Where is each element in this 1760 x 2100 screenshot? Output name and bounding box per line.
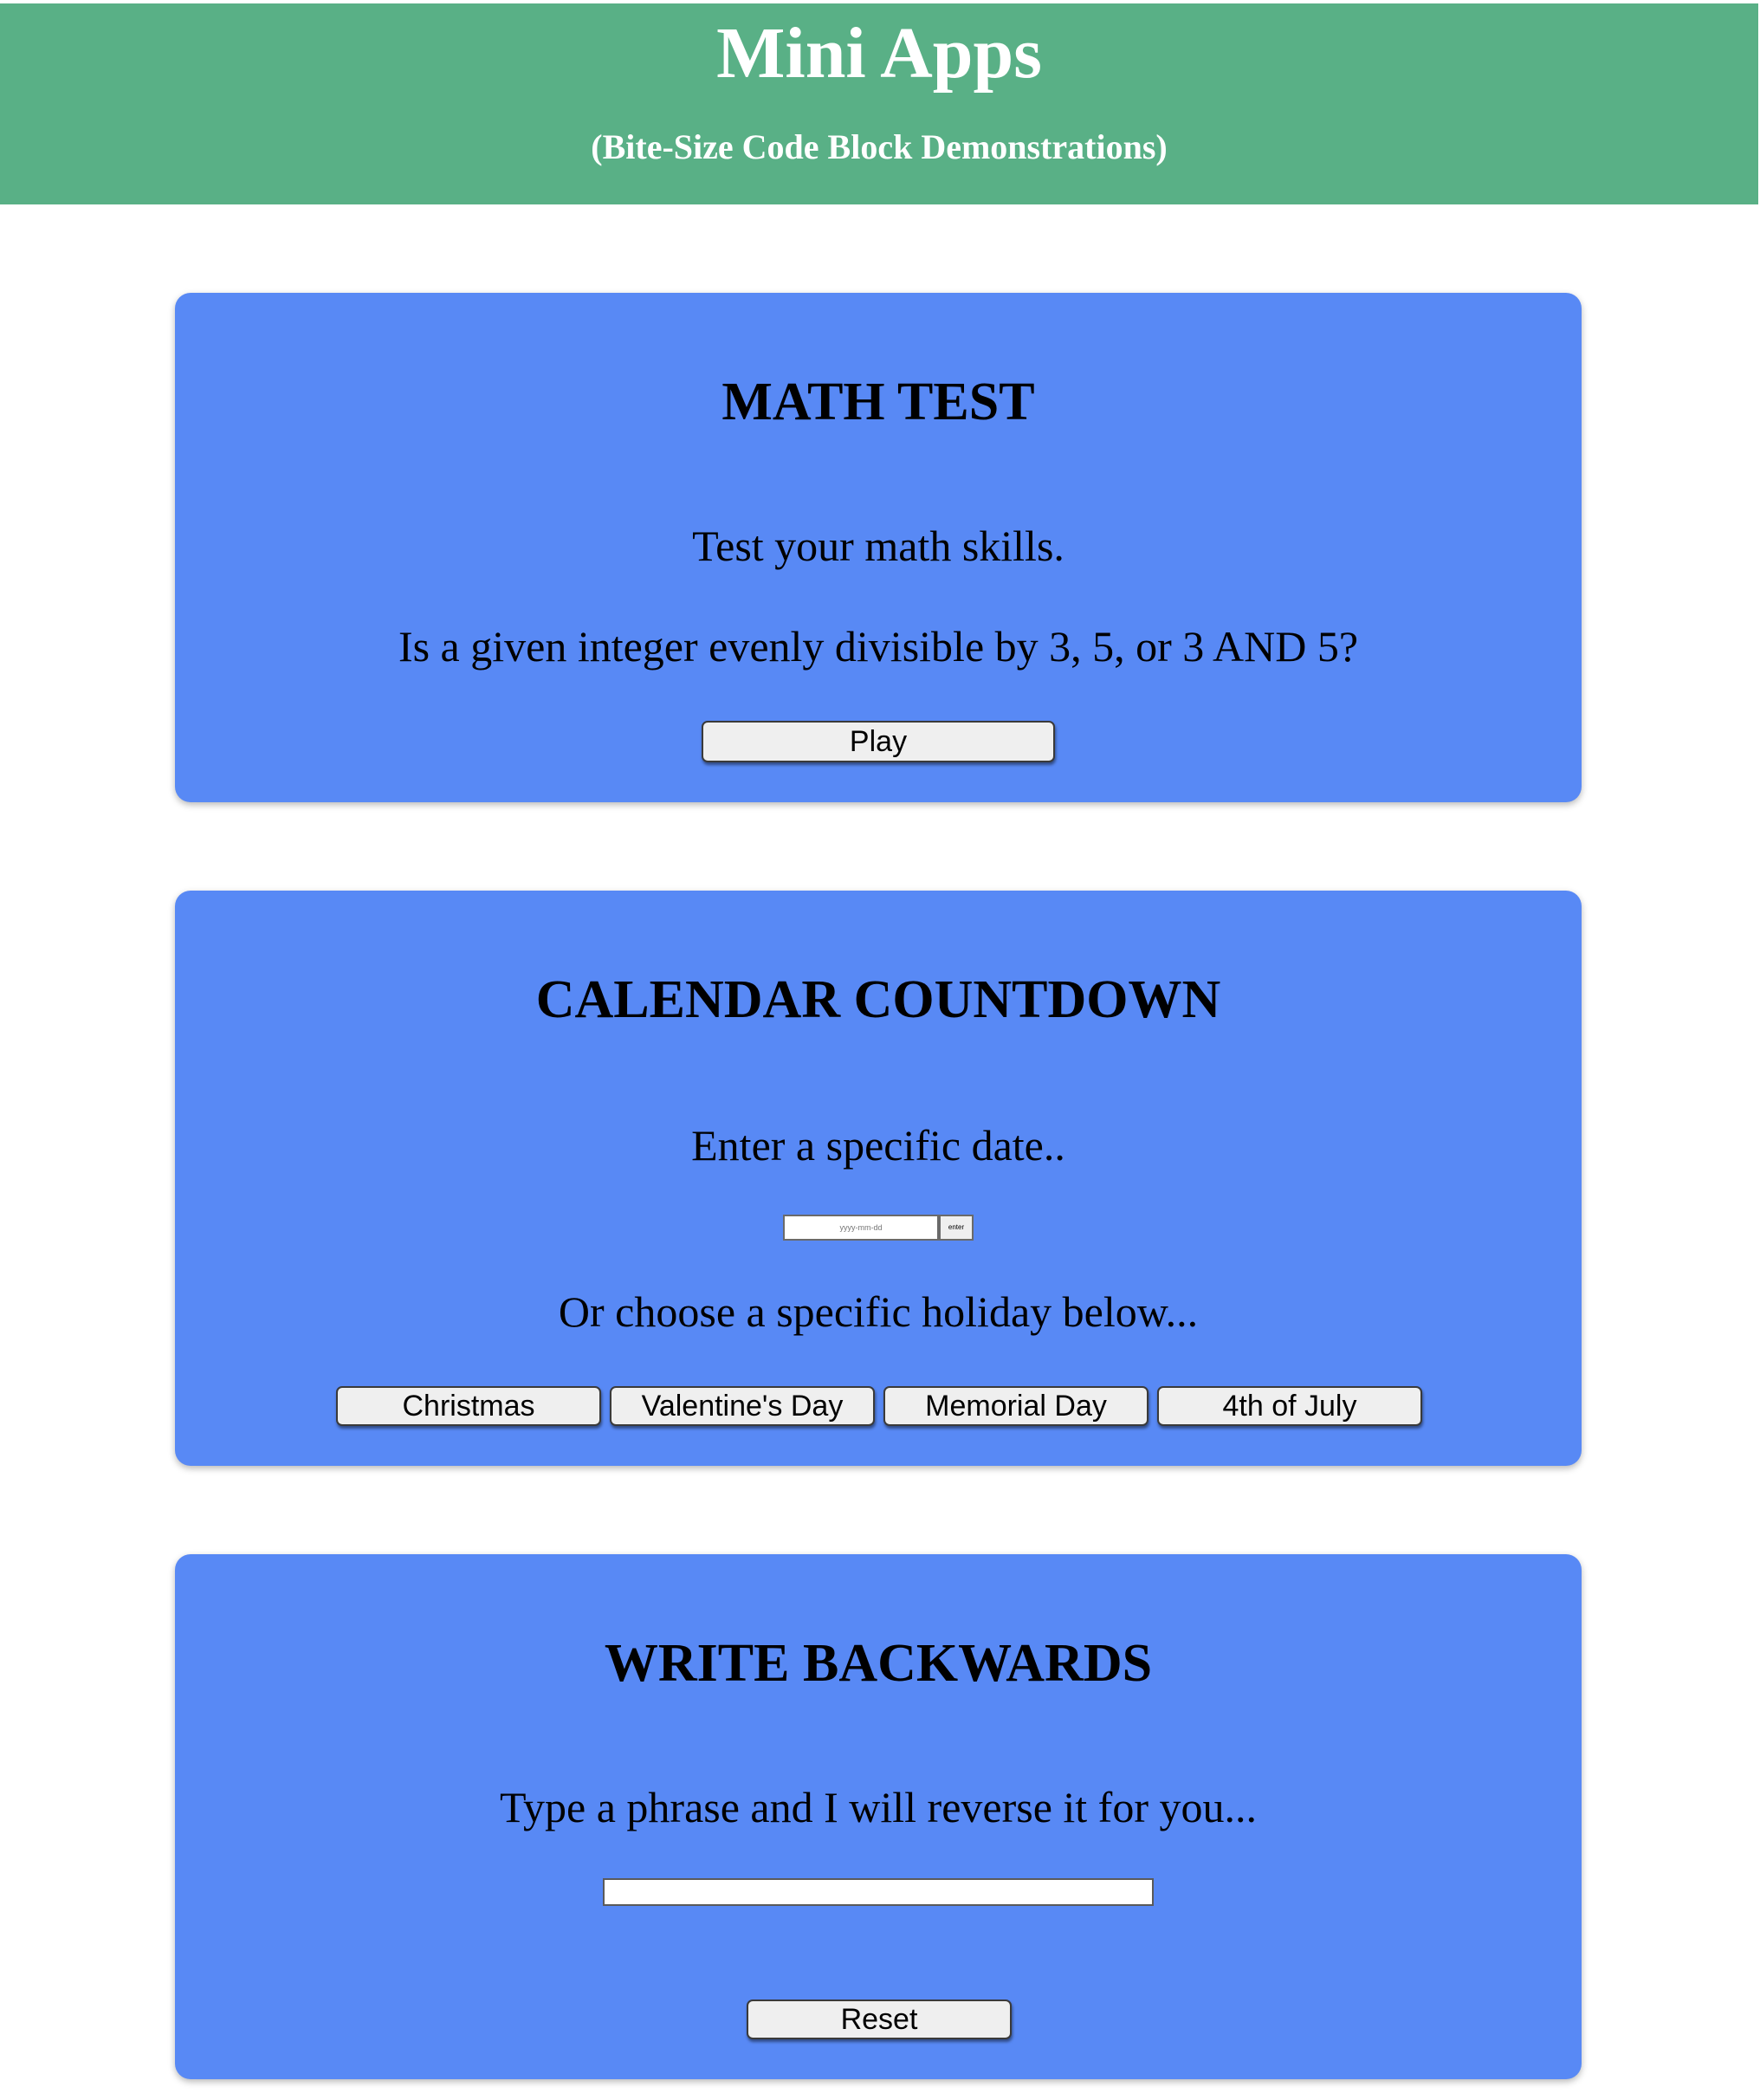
calendar-countdown-card: CALENDAR COUNTDOWN Enter a specific date… xyxy=(175,891,1582,1466)
page-subtitle: (Bite-Size Code Block Demonstrations) xyxy=(591,127,1168,166)
calendar-countdown-title: CALENDAR COUNTDOWN xyxy=(535,970,1221,1029)
page-title: Mini Apps xyxy=(716,13,1042,94)
page-header: Mini Apps (Bite-Size Code Block Demonstr… xyxy=(0,3,1758,204)
reset-button[interactable]: Reset xyxy=(747,2000,1012,2039)
math-test-card: MATH TEST Test your math skills. Is a gi… xyxy=(175,293,1582,802)
holiday-button-memorial-day[interactable]: Memorial Day xyxy=(883,1386,1149,1426)
play-button[interactable]: Play xyxy=(702,721,1055,762)
math-test-description: Test your math skills. xyxy=(692,522,1064,570)
calendar-date-prompt: Enter a specific date.. xyxy=(691,1121,1065,1170)
math-test-title: MATH TEST xyxy=(721,373,1035,431)
date-input[interactable] xyxy=(783,1215,939,1241)
write-backwards-prompt: Type a phrase and I will reverse it for … xyxy=(500,1783,1257,1831)
holiday-button-valentines-day[interactable]: Valentine's Day xyxy=(610,1386,875,1426)
date-enter-button[interactable]: enter xyxy=(939,1215,974,1241)
holiday-button-christmas[interactable]: Christmas xyxy=(336,1386,601,1426)
write-backwards-card: WRITE BACKWARDS Type a phrase and I will… xyxy=(175,1554,1582,2079)
holiday-prompt: Or choose a specific holiday below... xyxy=(558,1287,1199,1336)
phrase-input[interactable] xyxy=(603,1878,1154,1906)
write-backwards-title: WRITE BACKWARDS xyxy=(604,1634,1153,1693)
math-test-question: Is a given integer evenly divisible by 3… xyxy=(398,622,1359,671)
holiday-button-4th-of-july[interactable]: 4th of July xyxy=(1157,1386,1422,1426)
